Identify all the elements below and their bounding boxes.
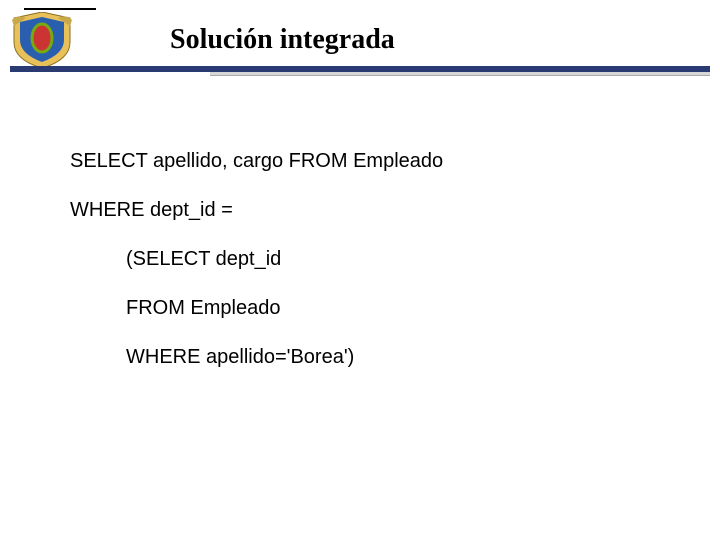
code-line: (SELECT dept_id [70, 248, 680, 271]
header-divider [10, 66, 710, 76]
crest-logo [10, 12, 74, 68]
code-line: WHERE dept_id = [70, 199, 680, 222]
code-line: SELECT apellido, cargo FROM Empleado [70, 150, 680, 173]
code-line: FROM Empleado [70, 297, 680, 320]
slide-header: Solución integrada [0, 0, 720, 78]
code-line: WHERE apellido='Borea') [70, 346, 680, 369]
top-rule [24, 8, 96, 10]
sql-code-block: SELECT apellido, cargo FROM Empleado WHE… [70, 150, 680, 395]
slide-title: Solución integrada [170, 24, 395, 56]
